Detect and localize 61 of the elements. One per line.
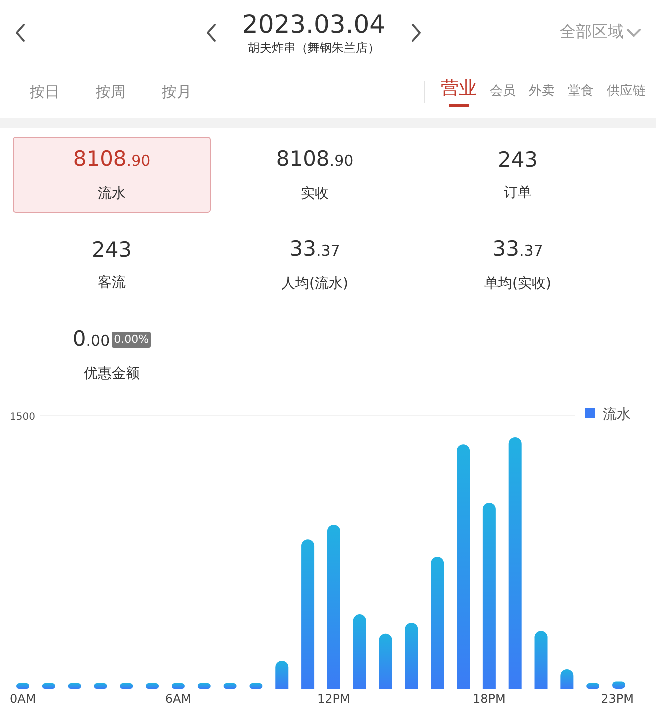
metric-card[interactable]: 8108.90 流水 [13,137,211,213]
metric-card[interactable]: 0.00 0.00% 优惠金额 [13,317,211,393]
bar [68,684,82,689]
period-tab[interactable]: 按月 [162,81,192,103]
next-day-icon[interactable] [409,22,423,44]
metric-value: 33.37 [290,236,340,263]
period-tab[interactable]: 按日 [30,81,60,103]
metric-value: 243 [498,147,538,173]
bar [379,634,392,689]
metric-label: 订单 [504,184,532,203]
category-tab[interactable]: 营业 [441,76,477,110]
x-axis-label: 12PM [318,692,350,705]
metric-label: 单均(实收) [484,275,552,294]
metric-label: 流水 [98,185,126,204]
x-axis-label: 6AM [165,692,192,705]
bar [586,684,600,689]
bar [120,684,134,689]
x-axis-label: 0AM [10,692,36,705]
metric-value: 243 [92,237,132,263]
bar [94,684,108,689]
period-tab[interactable]: 按周 [96,81,126,103]
bar [250,684,263,689]
legend-label: 流水 [603,407,631,423]
date-title: 2023.03.04 [242,10,386,40]
bar [276,660,289,689]
category-tab[interactable]: 会员 [490,82,516,108]
metric-value: 8108.90 [73,146,151,173]
metric-label: 客流 [98,274,126,293]
bar [146,684,160,689]
percent-badge: 0.00% [112,332,152,348]
metric-value: 0.00 [72,326,110,353]
metric-card[interactable]: 33.37 单均(实收) [419,227,617,303]
x-axis-label: 18PM [473,692,506,705]
bar [560,670,574,689]
metric-card[interactable]: 243 订单 [419,137,617,213]
previous-day-icon[interactable] [205,22,219,44]
metric-label: 实收 [301,185,329,204]
metric-value: 8108.90 [276,146,354,173]
metric-value: 33.37 [492,236,544,263]
category-tab[interactable]: 供应链 [607,82,646,108]
bar [224,684,237,689]
bar [16,684,30,689]
legend-swatch [585,408,595,418]
back-icon[interactable] [14,22,28,44]
region-dropdown[interactable]: 全部区域 [560,22,642,43]
metric-label: 优惠金额 [84,365,140,384]
category-tab[interactable]: 堂食 [568,82,594,108]
metric-label: 人均(流水) [282,275,348,294]
store-name: 胡夫炸串（舞钢朱兰店） [248,40,380,56]
category-tab[interactable]: 外卖 [529,82,555,108]
metric-card[interactable]: 33.37 人均(流水) [216,227,414,303]
bar [42,684,56,689]
bar [405,622,418,689]
bar [612,682,626,689]
bar [198,684,211,689]
bar [172,684,185,689]
bar [534,631,548,689]
x-axis-label: 23PM [601,692,634,705]
y-axis-label: 1500 [10,412,36,423]
metric-card[interactable]: 8108.90 实收 [216,137,414,213]
metric-card[interactable]: 243 客流 [13,227,211,303]
